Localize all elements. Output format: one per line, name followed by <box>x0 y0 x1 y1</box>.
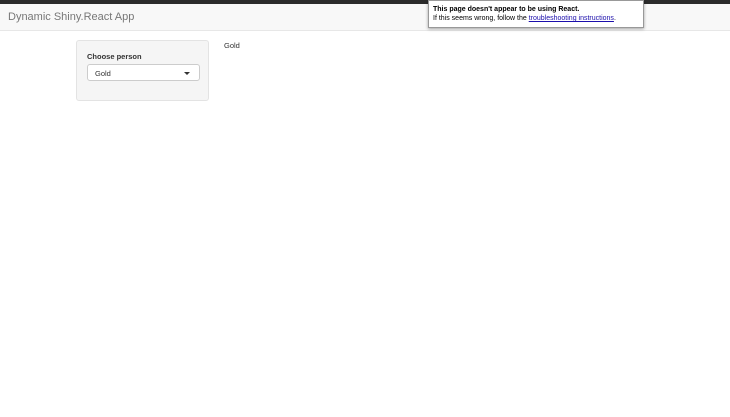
popup-message-suffix: . <box>613 15 616 22</box>
sidebar-panel: Choose person Gold <box>76 40 209 101</box>
popup-message-prefix: If this seems wrong, follow the <box>433 15 529 22</box>
selected-person-output: Gold <box>224 41 240 50</box>
choose-person-label: Choose person <box>87 52 142 61</box>
person-select[interactable]: Gold <box>87 64 200 81</box>
app-title[interactable]: Dynamic Shiny.React App <box>8 11 134 23</box>
popup-message: If this seems wrong, follow the troubles… <box>433 14 639 23</box>
troubleshooting-link[interactable]: troubleshooting instructions <box>529 15 614 22</box>
react-devtools-popup: This page doesn't appear to be using Rea… <box>428 0 644 28</box>
person-select-value: Gold <box>95 69 111 78</box>
chevron-down-icon <box>184 72 190 75</box>
popup-title: This page doesn't appear to be using Rea… <box>433 6 580 13</box>
